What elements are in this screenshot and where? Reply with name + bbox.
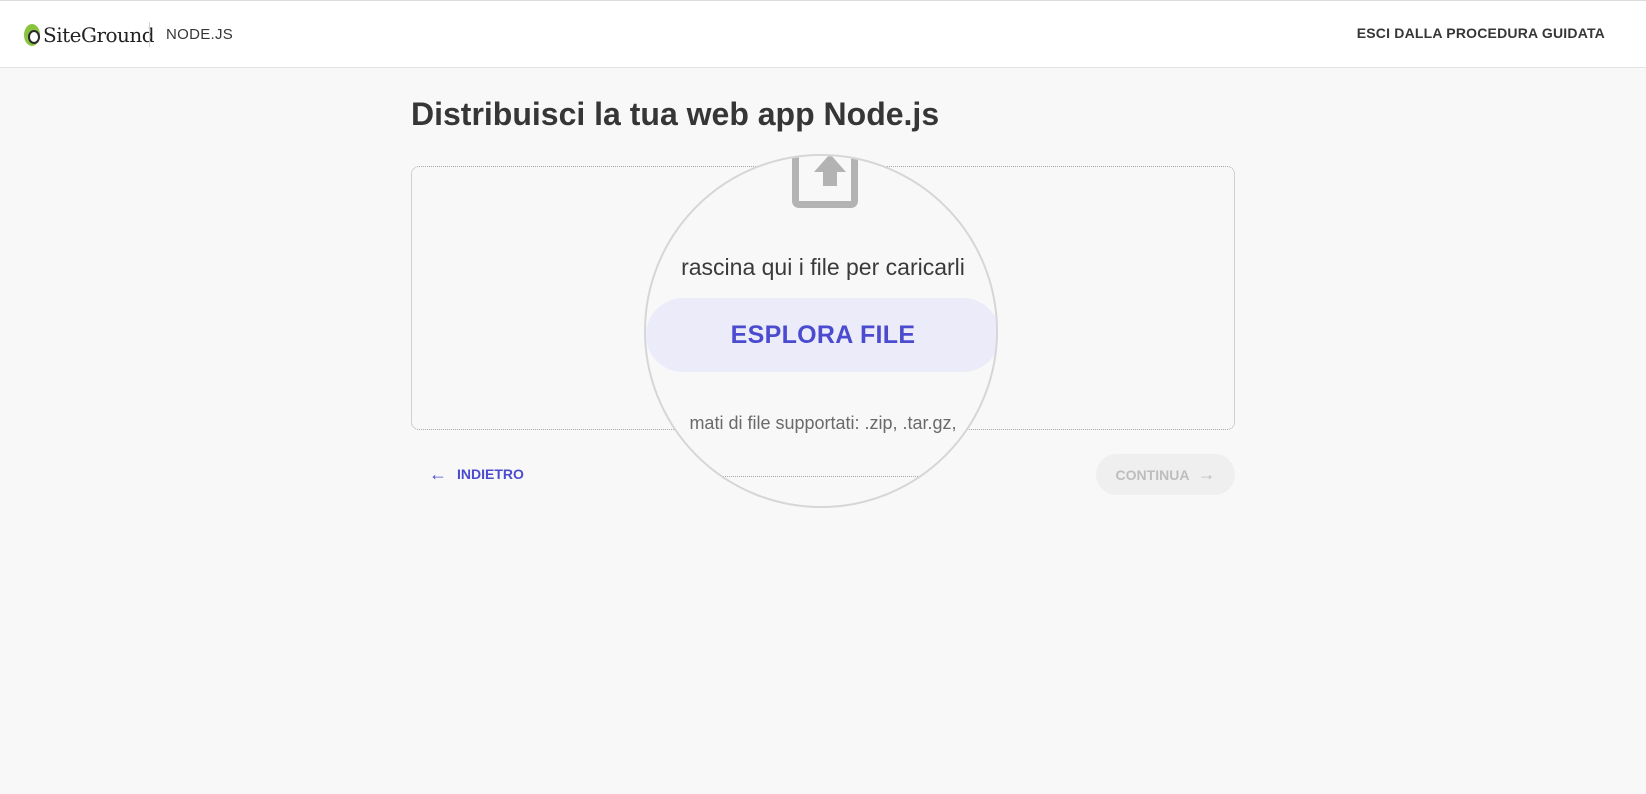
section-label: NODE.JS [166, 26, 234, 43]
header-divider [149, 22, 150, 47]
exit-wizard-link[interactable]: ESCI DALLA PROCEDURA GUIDATA [1357, 25, 1605, 41]
arrow-right-icon: → [1197, 464, 1216, 484]
brand-name: SiteGround [43, 23, 155, 47]
arrow-left-icon: ← [429, 463, 447, 484]
magnified-upload-area: rascina qui i file per caricarli ESPLORA… [644, 154, 998, 508]
upload-icon [792, 156, 858, 208]
page-title: Distribuisci la tua web app Node.js [411, 96, 940, 132]
siteground-logo[interactable]: SiteGround [24, 21, 155, 49]
back-button-label: INDIETRO [457, 466, 524, 482]
back-button[interactable]: ← INDIETRO [411, 454, 524, 494]
divider-line [722, 476, 922, 477]
continue-button[interactable]: CONTINUA → [1096, 454, 1235, 495]
browse-files-button[interactable]: ESPLORA FILE [646, 298, 996, 372]
top-bar: SiteGround NODE.JS ESCI DALLA PROCEDURA … [0, 0, 1646, 68]
drop-instructions: rascina qui i file per caricarli [681, 254, 965, 280]
supported-formats-text: mati di file supportati: .zip, .tar.gz, [689, 413, 957, 433]
siteground-logo-icon [24, 24, 40, 46]
continue-button-label: CONTINUA [1115, 466, 1190, 483]
